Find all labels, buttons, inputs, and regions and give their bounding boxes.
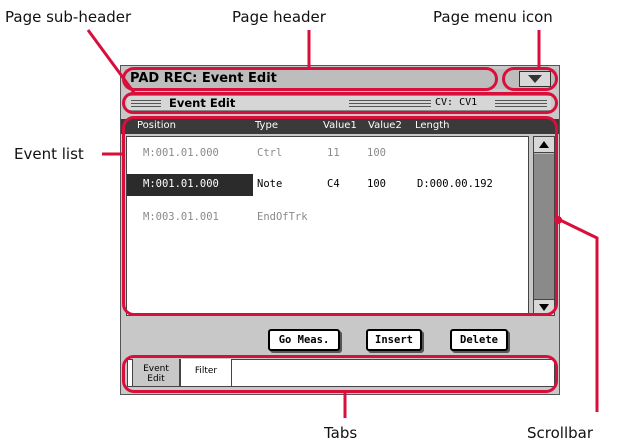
callout-event-list: Event list [14, 145, 84, 163]
highlight-page-sub-header [122, 92, 558, 114]
insert-button[interactable]: Insert [366, 329, 422, 351]
callout-page-menu-icon: Page menu icon [433, 8, 553, 26]
go-meas-button[interactable]: Go Meas. [268, 329, 340, 351]
highlight-event-list [122, 116, 558, 316]
highlight-tabs [122, 355, 558, 393]
callout-tabs: Tabs [324, 424, 358, 442]
delete-button[interactable]: Delete [450, 329, 508, 351]
callout-page-sub-header: Page sub-header [5, 8, 132, 26]
callout-page-header: Page header [232, 8, 326, 26]
highlight-page-header [122, 67, 498, 91]
highlight-page-menu-icon [502, 67, 558, 91]
callout-scrollbar: Scrollbar [527, 424, 593, 442]
